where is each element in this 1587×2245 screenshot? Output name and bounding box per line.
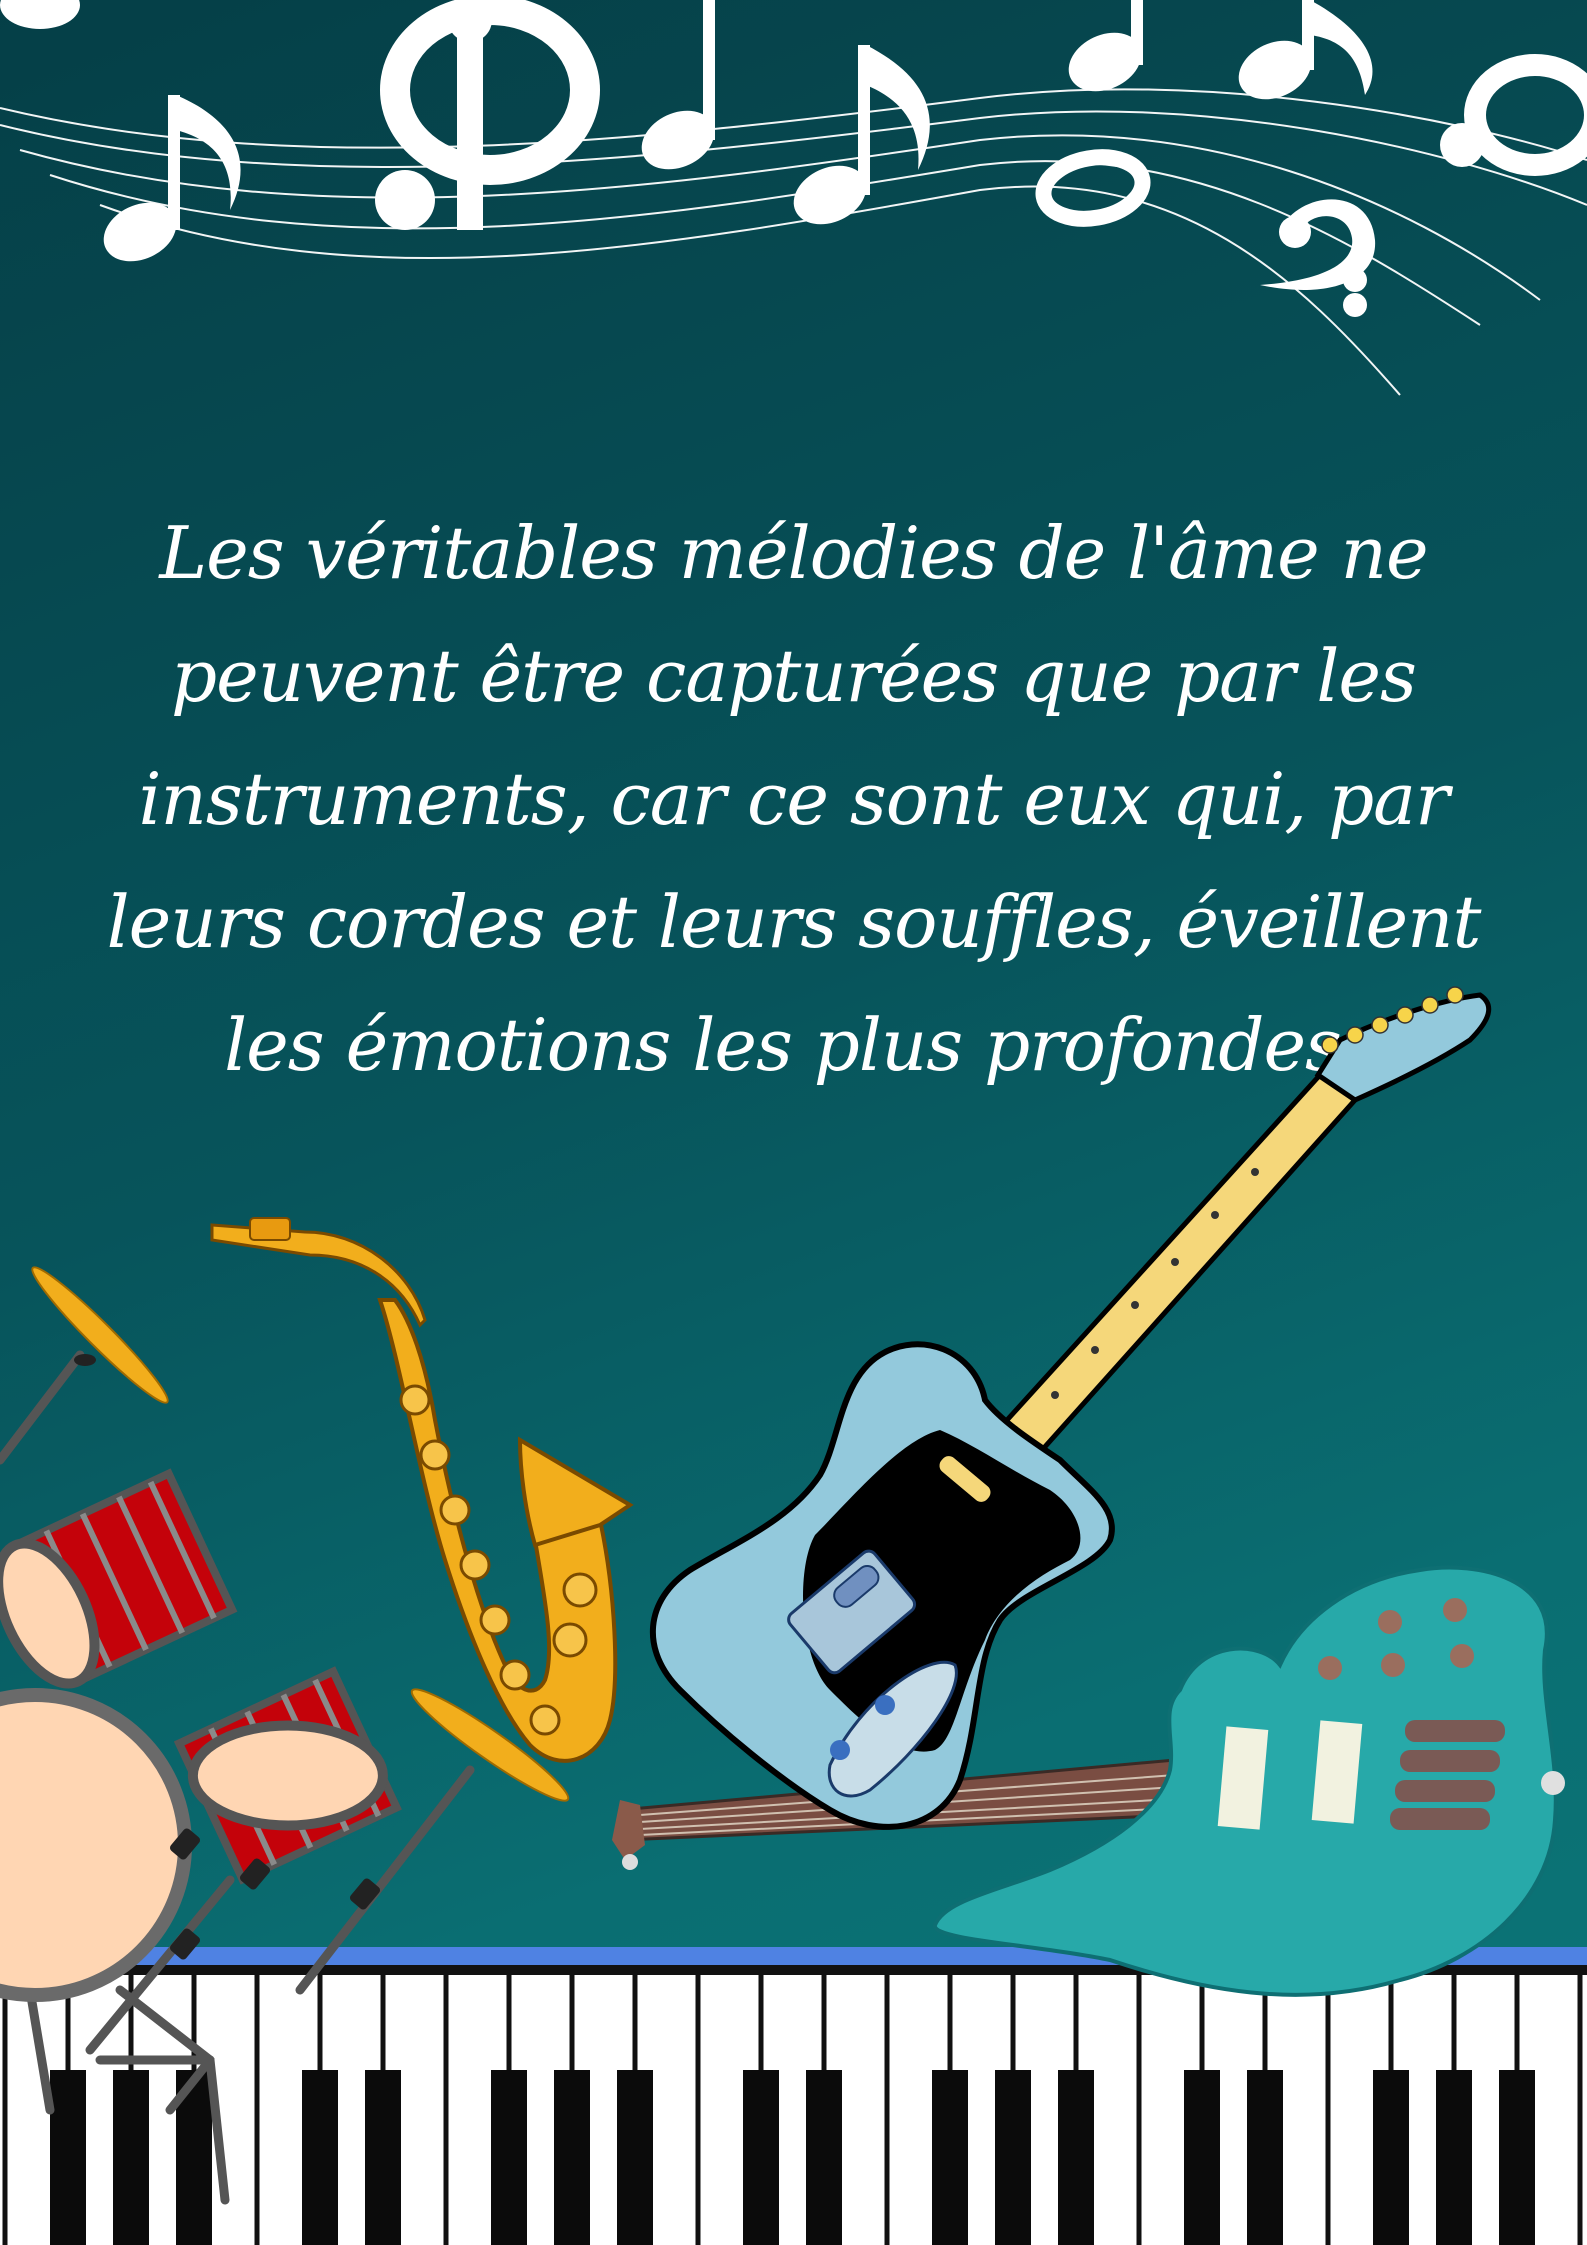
piano-black-key (1058, 2070, 1094, 2245)
saxophone-icon (210, 1217, 634, 1763)
piano-black-key (1247, 2070, 1283, 2245)
piano-black-key (365, 2070, 401, 2245)
piano-black-key (302, 2070, 338, 2245)
piano-black-key (554, 2070, 590, 2245)
piano-black-key (113, 2070, 149, 2245)
piano-black-key (491, 2070, 527, 2245)
piano-black-key (1499, 2070, 1535, 2245)
piano-black-key (806, 2070, 842, 2245)
piano-black-key (1373, 2070, 1409, 2245)
piano-black-key (617, 2070, 653, 2245)
piano-black-key (743, 2070, 779, 2245)
piano-black-key (50, 2070, 86, 2245)
piano-black-key (1184, 2070, 1220, 2245)
instruments-illustration (0, 986, 1587, 2245)
piano-black-key (932, 2070, 968, 2245)
piano-black-key (995, 2070, 1031, 2245)
piano-black-key (1436, 2070, 1472, 2245)
